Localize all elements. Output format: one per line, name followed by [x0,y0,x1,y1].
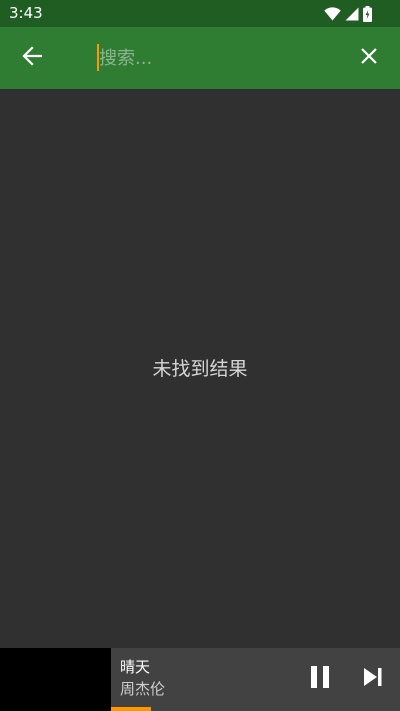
playback-progress-bar[interactable] [111,707,400,711]
track-title: 晴天 [120,658,151,676]
skip-next-button[interactable] [355,661,391,697]
mini-player[interactable]: 晴天 周杰伦 [0,648,400,711]
no-results-message: 未找到结果 [152,358,248,380]
search-screen: 3:43 搜索... 未找到结果 晴天 周杰伦 [0,0,400,711]
skip-next-icon [363,667,383,691]
text-cursor [97,44,99,71]
playback-progress-fill [111,707,152,711]
cellular-signal-icon [345,7,359,21]
search-input[interactable] [96,41,339,75]
status-bar: 3:43 [0,0,400,27]
close-icon [360,47,378,69]
search-toolbar [0,27,400,89]
battery-charging-icon [363,5,372,22]
album-art[interactable] [0,648,111,711]
pause-icon [310,666,330,692]
pause-button[interactable] [302,661,338,697]
status-icons [324,5,372,22]
wifi-icon [324,6,341,21]
search-results-area: 未找到结果 [0,89,400,648]
status-time: 3:43 [9,4,43,22]
back-button[interactable] [12,38,52,78]
clear-search-button[interactable] [349,38,389,78]
track-artist: 周杰伦 [120,680,166,698]
arrow-left-icon [22,46,43,70]
